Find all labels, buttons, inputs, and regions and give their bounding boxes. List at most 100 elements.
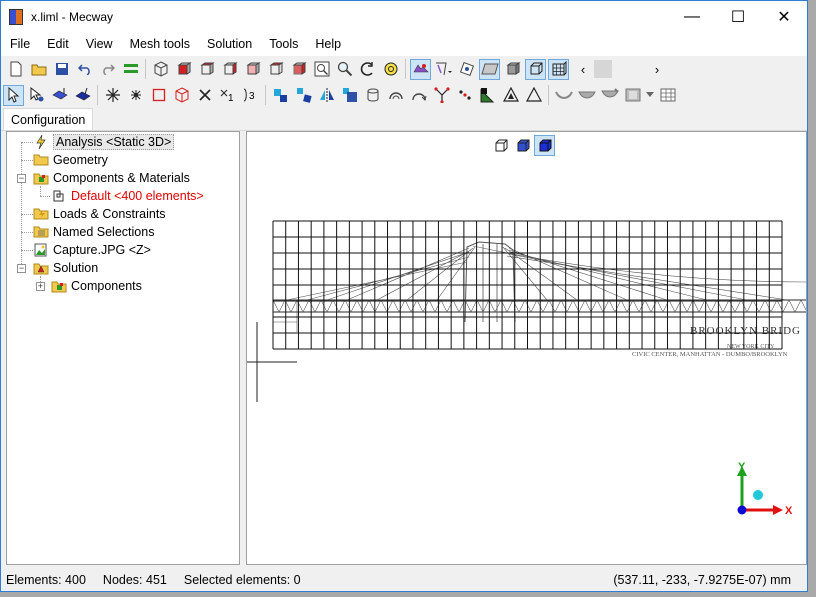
tree-item-solution-components[interactable]: Components [51, 277, 142, 295]
renumber-icon[interactable]: 1 [217, 85, 238, 106]
lightning-icon [33, 134, 49, 150]
named-selections-icon [33, 224, 49, 240]
tree-item-named-selections[interactable]: Named Selections [33, 223, 154, 241]
table-icon[interactable] [657, 85, 678, 106]
menu-mesh-tools[interactable]: Mesh tools [122, 37, 198, 51]
tab-configuration[interactable]: Configuration [3, 108, 94, 130]
rotate-image-icon[interactable] [456, 59, 477, 80]
undo-icon[interactable] [74, 59, 95, 80]
tree-item-default-component[interactable]: Default <400 elements> [51, 187, 204, 205]
merge-nodes-icon[interactable] [454, 85, 475, 106]
menu-solution[interactable]: Solution [199, 37, 260, 51]
bridge-caption-text: CIVIC CENTER, MANHATTAN - DUMBO/BROOKLYN [632, 351, 788, 358]
zoom-icon[interactable] [334, 59, 355, 80]
shaded-view-icon[interactable] [479, 58, 500, 80]
expand-solution-toggle[interactable]: − [17, 264, 26, 273]
refine-image-icon[interactable] [477, 85, 498, 106]
show-image-icon[interactable] [410, 58, 431, 80]
menu-view[interactable]: View [78, 37, 121, 51]
tree-item-capture-image[interactable]: Capture.JPG <Z> [33, 241, 151, 259]
mecway-app-icon [9, 8, 23, 25]
tree-item-geometry[interactable]: Geometry [33, 151, 108, 169]
tree-item-components-materials[interactable]: Components & Materials [33, 169, 190, 187]
svg-text:1: 1 [228, 93, 234, 103]
dropdown-arrow-icon[interactable] [645, 85, 655, 106]
zoom-extents-icon[interactable] [311, 59, 332, 80]
smooth-surface-icon[interactable] [553, 85, 574, 106]
split-icon[interactable] [431, 85, 452, 106]
menu-edit[interactable]: Edit [39, 37, 77, 51]
tree-connector-line [40, 196, 50, 197]
sweep-icon[interactable] [408, 85, 429, 106]
select-elements-icon[interactable] [49, 85, 70, 106]
model-viewport[interactable]: BROOKLYN BRIDG NEW YORK CITY CIVIC CENTE… [246, 131, 807, 565]
expand-components-toggle[interactable]: − [17, 174, 26, 183]
mesh-view-icon[interactable] [548, 58, 569, 80]
solid-view-icon[interactable] [502, 59, 523, 80]
close-button[interactable]: ✕ [761, 1, 807, 32]
tree-item-label: Analysis <Static 3D> [53, 134, 175, 150]
mirror-icon[interactable] [316, 85, 337, 106]
toolbar-separator [97, 85, 98, 105]
tree-item-solution[interactable]: Solution [33, 259, 98, 277]
rotate-elements-icon[interactable] [293, 85, 314, 106]
new-file-icon[interactable] [5, 59, 26, 80]
view-bottom-icon[interactable] [288, 59, 309, 80]
node-spider-icon[interactable] [125, 85, 146, 106]
scroll-right-icon[interactable]: › [651, 59, 663, 80]
solution-icon [33, 260, 49, 276]
select-nodes-icon[interactable] [26, 85, 47, 106]
toolbar-separator [548, 85, 549, 105]
redo-icon[interactable] [97, 59, 118, 80]
x-axis-label: X [785, 505, 793, 517]
status-coordinates: (537.11, -233, -7.9275E-07) mm [613, 573, 791, 587]
select-pointer-icon[interactable] [3, 84, 24, 106]
view-iso-wire-icon[interactable] [150, 59, 171, 80]
components-icon [33, 170, 49, 186]
tree-item-loads-constraints[interactable]: Loads & Constraints [33, 205, 166, 223]
menu-file[interactable]: File [2, 37, 38, 51]
element-cube-icon[interactable] [171, 85, 192, 106]
delete-x-icon[interactable] [194, 85, 215, 106]
rotate-view-icon[interactable] [357, 59, 378, 80]
toolbar-separator [145, 59, 146, 79]
pan-rotate-icon[interactable] [380, 59, 401, 80]
tree-connector-line [21, 160, 33, 161]
view-top-icon[interactable] [265, 59, 286, 80]
tree-item-label: Capture.JPG <Z> [53, 243, 151, 257]
component-part-icon [51, 188, 67, 204]
nodes-star-icon[interactable] [102, 85, 123, 106]
surface-mesh-icon[interactable] [576, 85, 597, 106]
film-strip-icon[interactable] [622, 85, 643, 106]
maximize-button[interactable]: ☐ [715, 1, 761, 32]
toolbar-scroll-thumb[interactable] [594, 60, 612, 78]
surface-refine-icon[interactable] [599, 85, 620, 106]
extrude-icon[interactable] [362, 85, 383, 106]
save-icon[interactable] [51, 59, 72, 80]
tree-item-analysis[interactable]: Analysis <Static 3D> [33, 133, 175, 151]
view-left-icon[interactable] [219, 59, 240, 80]
translate-icon[interactable] [270, 85, 291, 106]
view-back-icon[interactable] [196, 59, 217, 80]
triangle-icon[interactable] [523, 85, 544, 106]
menu-tools[interactable]: Tools [261, 37, 306, 51]
mesh-grid [272, 220, 783, 350]
wireframe-view-icon[interactable] [525, 58, 546, 80]
scale-icon[interactable] [339, 85, 360, 106]
menu-help[interactable]: Help [307, 37, 349, 51]
merge-icon[interactable]: 3 [240, 85, 261, 106]
scroll-left-icon[interactable]: ‹ [577, 59, 589, 80]
revolve-icon[interactable] [385, 85, 406, 106]
view-right-icon[interactable] [242, 59, 263, 80]
element-square-icon[interactable] [148, 85, 169, 106]
triangle-outline-icon[interactable] [500, 85, 521, 106]
minimize-button[interactable]: — [669, 1, 715, 32]
title-bar: x.liml - Mecway — ☐ ✕ [1, 1, 807, 32]
toolbar-scroll-track[interactable] [616, 60, 650, 78]
view-front-icon[interactable] [173, 59, 194, 80]
image-position-icon[interactable] [433, 59, 454, 80]
open-folder-icon[interactable] [28, 59, 49, 80]
solve-icon[interactable] [120, 59, 141, 80]
select-faces-icon[interactable] [72, 85, 93, 106]
expand-solution-components-toggle[interactable]: + [36, 282, 45, 291]
